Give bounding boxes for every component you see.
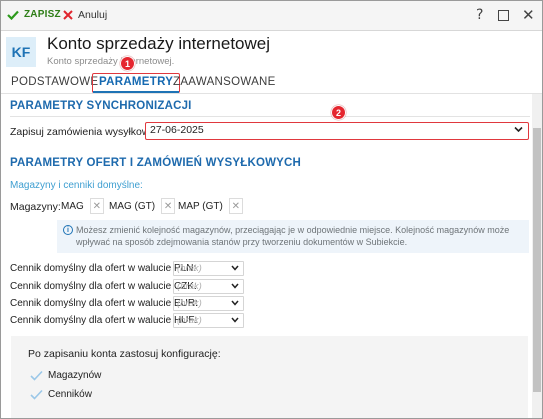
- warehouses-subtitle: Magazyny i cenniki domyślne:: [10, 180, 143, 191]
- dialog-window: ZAPISZ Anuluj ? ✕ KF Konto sprzedaży int…: [0, 0, 543, 419]
- warehouses-label: Magazyny:: [10, 201, 61, 213]
- vertical-scrollbar[interactable]: [532, 94, 542, 418]
- page-header: KF Konto sprzedaży internetowej Konto sp…: [1, 32, 542, 73]
- parameters-panel: PARAMETRY SYNCHRONIZACJI Zapisuj zamówie…: [1, 94, 531, 418]
- warehouse-chip[interactable]: MAG (GT) ✕: [105, 198, 176, 214]
- checkbox-label: Magazynów: [48, 370, 102, 381]
- remove-icon[interactable]: ✕: [228, 198, 243, 214]
- price-list-label: Cennik domyślny dla ofert w walucie CZK:: [10, 281, 197, 292]
- page-subtitle: Konto sprzedaży internetowej.: [47, 56, 175, 67]
- sync-section-title: PARAMETRY SYNCHRONIZACJI: [10, 100, 192, 112]
- price-list-value: (brak): [177, 281, 202, 292]
- price-list-label: Cennik domyślny dla ofert w walucie EUR:: [10, 298, 198, 309]
- orders-from-date-picker[interactable]: 27-06-2025: [145, 122, 529, 140]
- checkbox-checked-icon[interactable]: [30, 389, 43, 400]
- price-list-label: Cennik domyślny dla ofert w walucie HUF:: [10, 315, 198, 326]
- checkbox-checked-icon[interactable]: [30, 370, 43, 381]
- tab-bar: PODSTAWOWE PARAMETRY ZAAWANSOWANE: [1, 73, 542, 93]
- price-list-row: Cennik domyślny dla ofert w walucie HUF:…: [10, 313, 250, 329]
- config-warehouses-checkbox[interactable]: Magazynów: [30, 370, 101, 381]
- info-icon: i: [63, 225, 73, 235]
- help-icon[interactable]: ?: [476, 7, 483, 23]
- price-list-value: (brak): [177, 298, 202, 309]
- cancel-label: Anuluj: [78, 9, 108, 21]
- save-button[interactable]: ZAPISZ: [7, 9, 61, 20]
- chevron-down-icon: [231, 300, 239, 306]
- price-list-value: (brak): [177, 263, 202, 274]
- save-label: ZAPISZ: [24, 9, 61, 20]
- cancel-button[interactable]: Anuluj: [63, 9, 107, 21]
- price-list-value: (brak): [177, 315, 202, 326]
- step-marker-1: 1: [120, 56, 135, 71]
- warehouse-chip-label: MAG: [61, 200, 84, 212]
- warehouse-chip[interactable]: MAG ✕: [57, 198, 104, 214]
- window-close-icon[interactable]: ✕: [522, 6, 535, 24]
- maximize-icon[interactable]: [498, 10, 509, 21]
- tab-podstawowe[interactable]: PODSTAWOWE: [11, 76, 98, 88]
- checkbox-label: Cenników: [48, 389, 92, 400]
- config-pricelists-checkbox[interactable]: Cenników: [30, 389, 92, 400]
- tab-parametry[interactable]: PARAMETRY: [92, 73, 181, 93]
- price-list-row: Cennik domyślny dla ofert w walucie PLN:…: [10, 261, 250, 277]
- price-list-label: Cennik domyślny dla ofert w walucie PLN:: [10, 263, 197, 274]
- toolbar: ZAPISZ Anuluj ? ✕: [1, 1, 542, 31]
- info-text: Możesz zmienić kolejność magazynów, prze…: [76, 225, 510, 247]
- warehouse-chip-label: MAG (GT): [109, 200, 156, 212]
- tab-zaawansowane[interactable]: ZAAWANSOWANE: [173, 76, 276, 88]
- section-divider: [10, 116, 530, 117]
- scrollbar-thumb[interactable]: [533, 128, 541, 392]
- price-list-select[interactable]: (brak): [173, 279, 244, 294]
- price-list-select[interactable]: (brak): [173, 313, 244, 328]
- checkmark-icon: [7, 10, 19, 20]
- config-box: Po zapisaniu konta zastosuj konfigurację…: [11, 336, 528, 418]
- chevron-down-icon: [231, 283, 239, 289]
- warehouse-chip[interactable]: MAP (GT) ✕: [174, 198, 243, 214]
- chevron-down-icon: [231, 317, 239, 323]
- remove-icon[interactable]: ✕: [161, 198, 176, 214]
- remove-icon[interactable]: ✕: [89, 198, 104, 214]
- price-list-row: Cennik domyślny dla ofert w walucie CZK:…: [10, 279, 250, 295]
- date-value: 27-06-2025: [150, 124, 204, 136]
- warehouse-chip-label: MAP (GT): [178, 200, 223, 212]
- chevron-down-icon: [514, 126, 523, 133]
- avatar: KF: [6, 37, 36, 67]
- info-box: i Możesz zmienić kolejność magazynów, pr…: [57, 220, 529, 253]
- offers-section-title: PARAMETRY OFERT I ZAMÓWIEŃ WYSYŁKOWYCH: [10, 157, 302, 169]
- price-list-select[interactable]: (brak): [173, 261, 244, 276]
- price-list-select[interactable]: (brak): [173, 296, 244, 311]
- price-list-row: Cennik domyślny dla ofert w walucie EUR:…: [10, 296, 250, 312]
- page-title: Konto sprzedaży internetowej: [47, 34, 271, 53]
- config-title: Po zapisaniu konta zastosuj konfigurację…: [28, 348, 221, 360]
- close-icon: [63, 10, 73, 20]
- step-marker-2: 2: [331, 105, 346, 120]
- chevron-down-icon: [231, 265, 239, 271]
